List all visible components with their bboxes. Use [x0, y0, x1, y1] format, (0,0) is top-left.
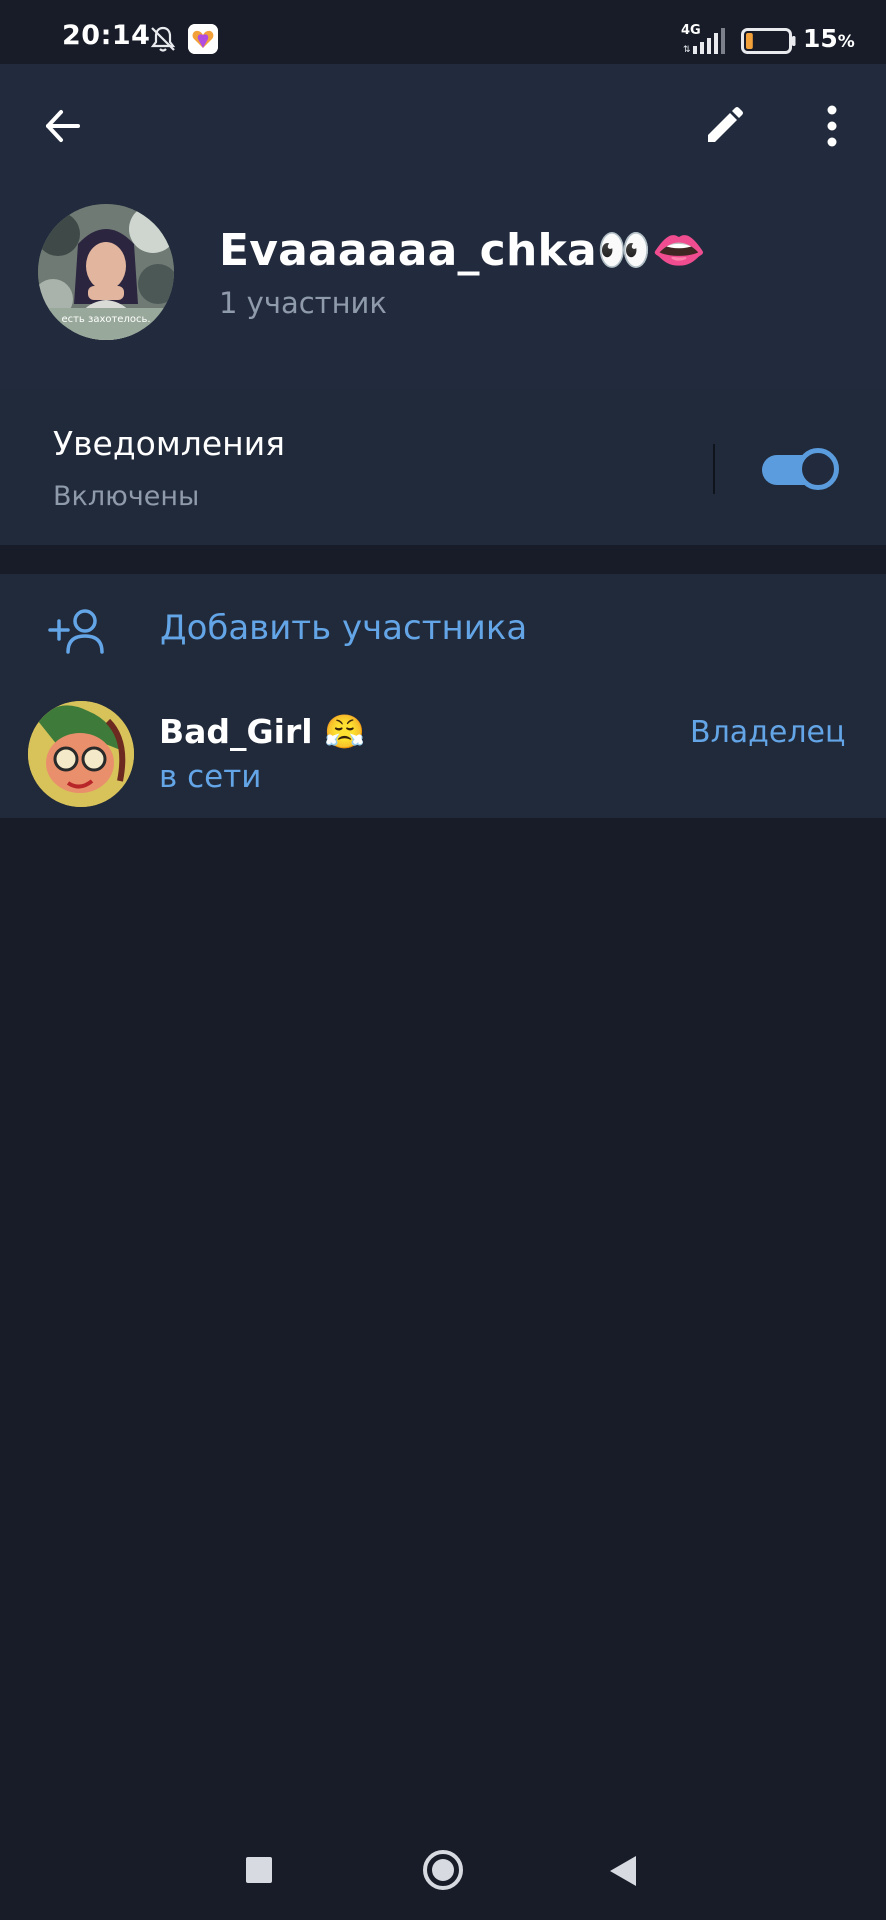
status-time: 20:14 [62, 20, 151, 51]
back-arrow-icon [46, 110, 80, 142]
group-name: Evaaaaaa_chka👀👄 [219, 225, 707, 276]
battery-icon [741, 28, 796, 54]
edit-button[interactable] [692, 94, 756, 158]
add-member-label: Добавить участника [160, 608, 528, 648]
member-status: в сети [159, 759, 262, 795]
add-user-icon [48, 609, 104, 654]
divider [713, 444, 715, 494]
member-name: Bad_Girl 😤 [159, 712, 366, 751]
member-avatar-image [28, 701, 134, 807]
profile-header: есть захотелось. Evaaaaaa_chka👀👄 1 участ… [0, 64, 886, 389]
more-vertical-icon [827, 105, 837, 147]
group-avatar[interactable]: есть захотелось. [38, 204, 174, 340]
notifications-status: Включены [53, 481, 200, 512]
back-button[interactable] [30, 94, 94, 158]
members-section: Добавить участника Bad_Girl 😤 в сети Вла… [0, 574, 886, 818]
member-role-badge: Владелец [690, 715, 846, 750]
home-button[interactable] [423, 1850, 463, 1890]
notifications-title: Уведомления [53, 424, 286, 463]
toggle-knob [797, 448, 839, 490]
battery-percentage: 15% [803, 24, 855, 53]
status-bar: 20:14 4G ⇅ 15% [0, 0, 886, 64]
svg-text:есть захотелось.: есть захотелось. [61, 314, 150, 325]
more-options-button[interactable] [800, 94, 864, 158]
app-badge-icon [188, 24, 218, 54]
add-member-button[interactable]: Добавить участника [0, 574, 886, 689]
bell-off-icon [150, 26, 176, 52]
system-nav-bar [0, 1820, 886, 1920]
nav-back-button[interactable] [610, 1856, 636, 1886]
signal-icon: ⇅ [683, 28, 725, 54]
member-avatar [28, 701, 134, 807]
battery-value: 15 [803, 24, 838, 53]
svg-text:⇅: ⇅ [683, 45, 691, 54]
pencil-icon [708, 107, 743, 142]
member-list-item[interactable]: Bad_Girl 😤 в сети Владелец [0, 689, 886, 818]
group-avatar-image: есть захотелось. [38, 204, 174, 340]
recents-button[interactable] [246, 1857, 272, 1883]
notifications-row[interactable]: Уведомления Включены [0, 389, 886, 545]
notifications-toggle[interactable] [762, 445, 839, 491]
battery-unit: % [837, 32, 855, 52]
members-count: 1 участник [219, 286, 387, 320]
